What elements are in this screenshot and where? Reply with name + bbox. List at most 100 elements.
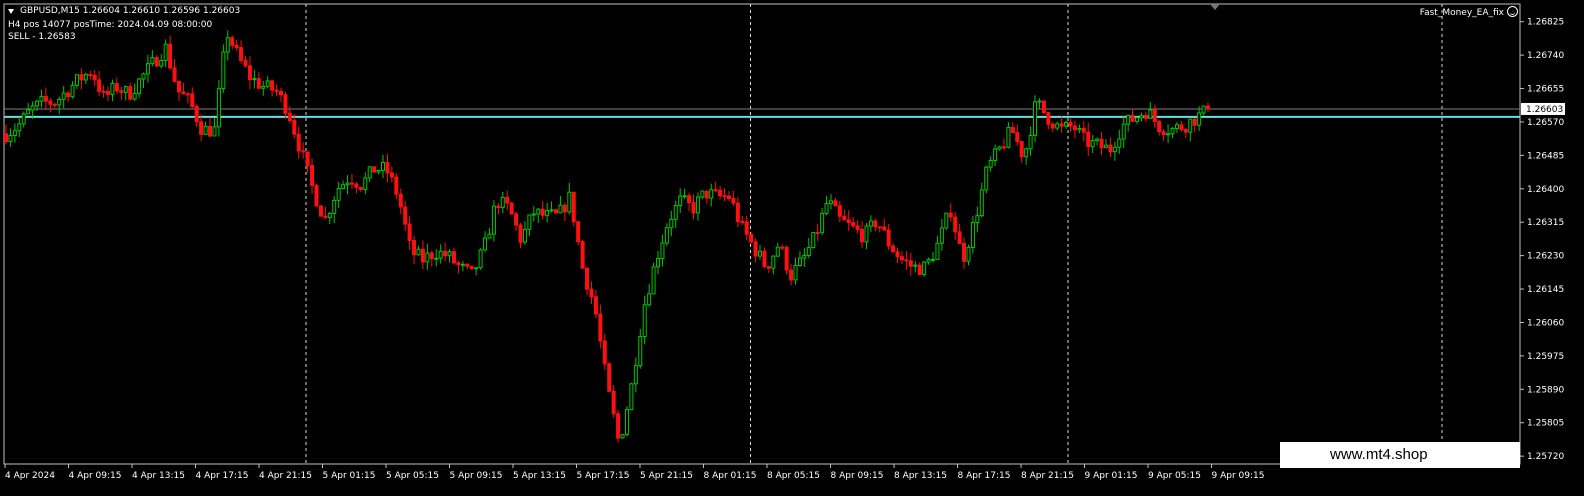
candle-body (114, 82, 119, 92)
candle-body (1192, 118, 1197, 126)
candle-body (1090, 140, 1095, 148)
candle-body (216, 88, 221, 128)
candle-body (731, 197, 736, 204)
candle-body (917, 264, 922, 275)
candle-body (562, 204, 567, 213)
candle-body (181, 91, 186, 95)
candle-body (1010, 126, 1015, 134)
candle-body (225, 37, 230, 53)
chart-window[interactable]: 1.26825 1.26740 1.26655 1.26570 1.26485 1.264… (0, 0, 1584, 496)
candle-body (629, 383, 634, 411)
y-tick-label: 1.26060 (1527, 318, 1564, 328)
signal-label: SELL - 1.26583 (8, 32, 76, 42)
symbol-menu-icon[interactable] (8, 9, 14, 14)
candle-body (425, 252, 430, 263)
candle-body (394, 176, 399, 195)
candle-body (336, 188, 341, 201)
shift-marker-icon[interactable] (1210, 4, 1220, 10)
candle-body (83, 73, 88, 81)
candle-body (159, 59, 164, 67)
candle-body (966, 246, 971, 262)
candle-body (1126, 114, 1131, 125)
candle-body (567, 191, 572, 213)
candle-body (381, 161, 386, 171)
candle-body (687, 195, 692, 204)
candle-body (123, 86, 128, 93)
candle-body (571, 191, 576, 223)
candle-body (12, 130, 17, 136)
candle-body (70, 84, 75, 98)
candle-body (939, 227, 944, 244)
y-tick-label: 1.26570 (1527, 118, 1564, 128)
smiley-icon (1507, 6, 1518, 17)
candle-body (744, 221, 749, 235)
candle-body (1183, 129, 1188, 133)
candle-body (1174, 124, 1179, 129)
candle-body (221, 51, 226, 90)
expert-advisor-label[interactable]: Fast_Money_EA_fix (1420, 8, 1504, 18)
candle-body (935, 242, 940, 260)
candle-body (487, 233, 492, 239)
candle-body (1161, 131, 1166, 136)
candle-body (194, 105, 199, 123)
candle-body (957, 231, 962, 244)
y-tick-label: 1.26230 (1527, 252, 1564, 262)
candle-body (1050, 123, 1055, 129)
candle-body (110, 82, 115, 95)
candle-body (709, 189, 714, 199)
current-price-label: 1.26603 (1526, 105, 1563, 115)
candle-body (398, 193, 403, 208)
candle-body (314, 184, 319, 207)
candle-body (691, 202, 696, 214)
candle-body (1206, 105, 1210, 110)
candle-body (553, 209, 558, 214)
candle-body (806, 247, 811, 256)
candle-body (412, 240, 417, 256)
candle-body (882, 226, 887, 231)
candle-body (141, 73, 146, 80)
candle-body (749, 233, 754, 243)
candle-body (766, 266, 771, 269)
candle-body (970, 222, 975, 248)
candle-body (26, 109, 31, 115)
candle-body (416, 248, 421, 256)
candle-body (332, 199, 337, 214)
candle-body (172, 67, 177, 82)
candle-body (74, 74, 79, 86)
candle-body (208, 125, 213, 137)
candle-body (456, 262, 461, 266)
candle-body (270, 80, 275, 91)
candle-body (443, 250, 448, 257)
price-chart[interactable]: 1.26825 1.26740 1.26655 1.26570 1.26485 1.264… (0, 0, 1584, 496)
candle-body (656, 257, 661, 268)
candle-body (580, 241, 585, 269)
candle-body (429, 252, 434, 260)
candle-body (722, 195, 727, 198)
candle-body (376, 169, 381, 173)
x-tick-label: 8 Apr 09:15 (831, 471, 884, 481)
candle-body (682, 195, 687, 198)
candle-body (616, 413, 621, 439)
x-tick-label: 8 Apr 01:15 (704, 471, 757, 481)
candle-body (43, 95, 48, 102)
candle-body (1121, 123, 1126, 140)
candle-body (354, 183, 359, 188)
candle-body (664, 227, 669, 244)
candle-body (1139, 115, 1144, 119)
candle-body (611, 390, 616, 415)
x-tick-label: 4 Apr 17:15 (196, 471, 249, 481)
candle-body (389, 172, 394, 178)
y-tick-label: 1.25805 (1527, 419, 1564, 429)
candle-body (824, 203, 829, 214)
y-tick-label: 1.26400 (1527, 185, 1564, 195)
watermark-banner: www.mt4.shop (1280, 442, 1520, 468)
candle-body (642, 304, 647, 338)
candle-body (842, 215, 847, 221)
candle-body (638, 336, 643, 367)
candle-body (451, 251, 456, 264)
candle-body (491, 205, 496, 235)
candle-body (518, 224, 523, 243)
candle-body (1117, 138, 1122, 148)
candle-body (593, 296, 598, 315)
candle-body (496, 205, 501, 209)
